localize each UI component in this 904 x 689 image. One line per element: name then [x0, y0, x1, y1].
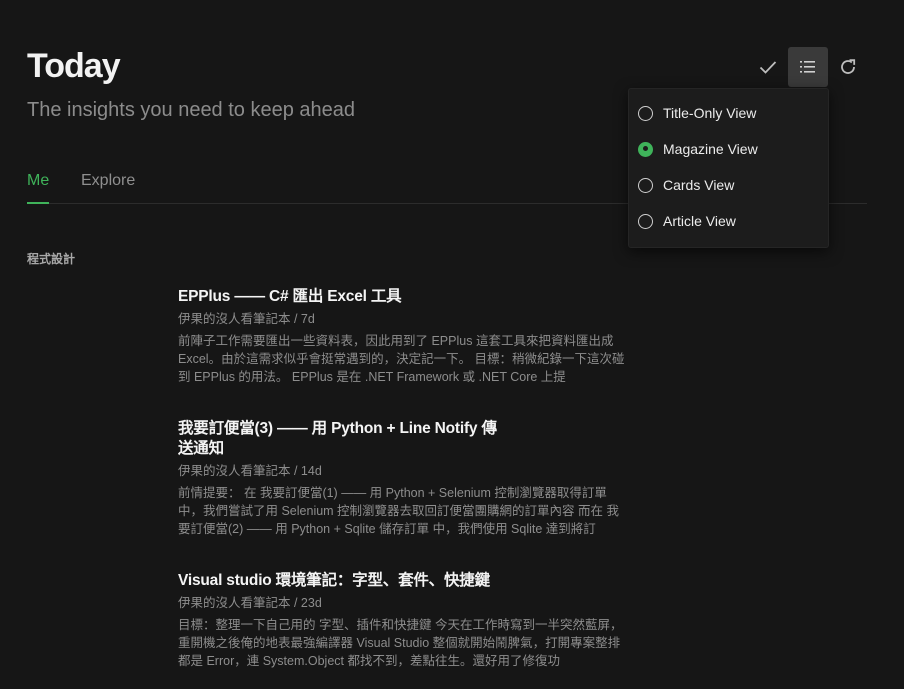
- mark-as-read-button[interactable]: [748, 47, 788, 87]
- toolbar: [748, 47, 868, 87]
- tab-explore[interactable]: Explore: [81, 172, 135, 190]
- article-summary: 目標：整理一下自己用的 字型、插件和快捷鍵 今天在工作時寫到一半突然藍屏，重開機…: [178, 618, 623, 668]
- article-meta: 伊果的沒人看筆記本 / 14d: [178, 464, 322, 478]
- radio-unchecked-icon[interactable]: [638, 213, 653, 229]
- view-option-label: Title-Only View: [663, 105, 757, 121]
- refresh-icon: [841, 59, 856, 74]
- tab-me-label: Me: [27, 172, 50, 189]
- tab-explore-label: Explore: [81, 172, 136, 189]
- page-subtitle: The insights you need to keep ahead: [27, 99, 356, 121]
- view-menu: Title-Only View Magazine View Cards View…: [628, 88, 829, 248]
- tab-me[interactable]: Me: [27, 172, 49, 190]
- article-item[interactable]: 我要訂便當(3) —— 用 Python + Line Notify 傳送通知 …: [178, 419, 628, 538]
- article-title[interactable]: EPPlus —— C# 匯出 Excel 工具: [178, 287, 628, 307]
- change-view-button[interactable]: [788, 47, 828, 87]
- view-option-title-only[interactable]: Title-Only View: [638, 101, 756, 125]
- article-item[interactable]: EPPlus —— C# 匯出 Excel 工具 伊果的沒人看筆記本 / 7d …: [178, 287, 628, 386]
- radio-unchecked-icon[interactable]: [638, 177, 653, 193]
- article-summary: 前陣子工作需要匯出一些資料表，因此用到了 EPPlus 這套工具來把資料匯出成 …: [178, 334, 625, 384]
- article-title[interactable]: Visual studio 環境筆記：字型、套件、快捷鍵: [178, 571, 628, 591]
- article-title[interactable]: 我要訂便當(3) —— 用 Python + Line Notify 傳送通知: [178, 419, 508, 459]
- view-option-article[interactable]: Article View: [638, 209, 736, 233]
- section-label: 程式設計: [27, 252, 76, 266]
- view-option-cards[interactable]: Cards View: [638, 173, 734, 197]
- article-meta: 伊果的沒人看筆記本 / 23d: [178, 596, 322, 610]
- view-option-label: Article View: [663, 213, 736, 229]
- article-summary: 前情提要： 在 我要訂便當(1) —— 用 Python + Selenium …: [178, 486, 620, 536]
- refresh-button[interactable]: [828, 47, 868, 87]
- check-icon: [759, 61, 777, 74]
- view-option-magazine[interactable]: Magazine View: [638, 137, 758, 161]
- view-option-label: Cards View: [663, 177, 735, 193]
- article-item[interactable]: Visual studio 環境筆記：字型、套件、快捷鍵 伊果的沒人看筆記本 /…: [178, 571, 628, 670]
- list-view-icon: [800, 61, 815, 73]
- radio-unchecked-icon[interactable]: [638, 105, 653, 121]
- page-title: Today: [27, 47, 121, 85]
- view-option-label: Magazine View: [663, 141, 758, 157]
- article-meta: 伊果的沒人看筆記本 / 7d: [178, 312, 315, 326]
- active-tab-indicator: [27, 202, 49, 204]
- radio-checked-icon[interactable]: [638, 141, 653, 157]
